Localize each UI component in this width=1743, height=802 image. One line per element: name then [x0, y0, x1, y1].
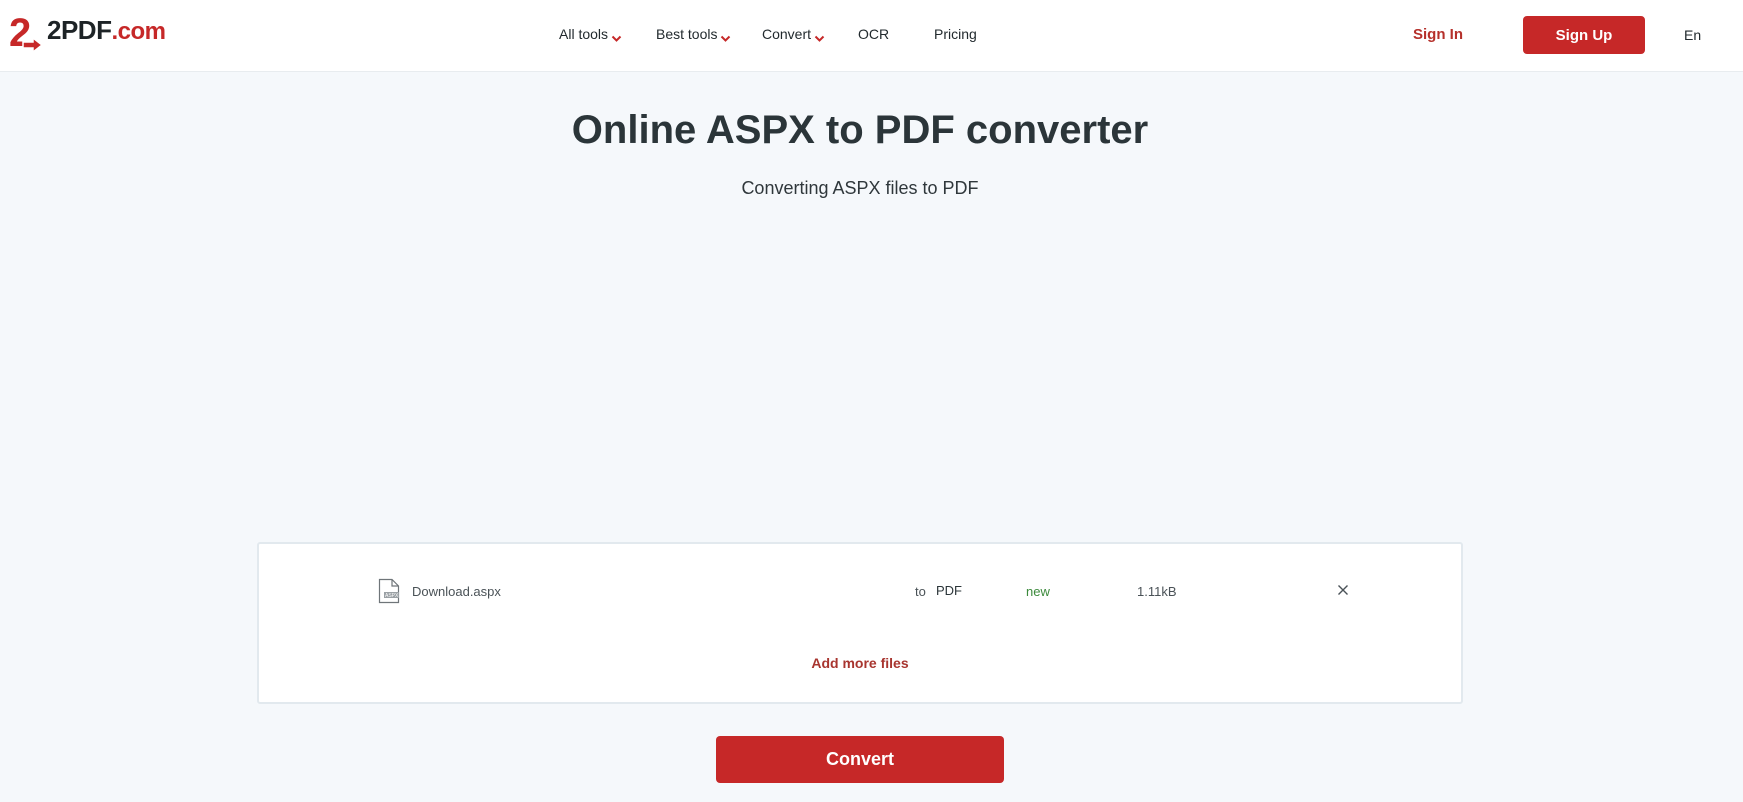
aspx-file-icon: ASPX	[377, 578, 401, 604]
add-more-files-button[interactable]: Add more files	[259, 655, 1461, 671]
logo-main-text: 2PDF	[47, 15, 112, 45]
site-header: 2 2PDF.com All tools Best tools Convert	[0, 0, 1743, 72]
file-size: 1.11kB	[1137, 584, 1177, 599]
nav-item-label: Convert	[762, 26, 812, 42]
nav-ocr[interactable]: OCR	[858, 26, 889, 42]
to-label: to	[915, 584, 926, 599]
chevron-down-icon	[814, 30, 825, 42]
file-status: new	[1026, 584, 1050, 599]
nav-item-label: Best tools	[656, 26, 718, 42]
file-row: ASPX Download.aspx to PDF new 1.11kB	[259, 578, 1461, 604]
logo-suffix-text: .com	[111, 18, 166, 45]
chevron-down-icon	[720, 30, 731, 42]
page-title: Online ASPX to PDF converter	[571, 108, 1149, 152]
svg-text:ASPX: ASPX	[385, 593, 399, 599]
close-icon[interactable]	[1335, 582, 1351, 598]
files-panel: ASPX Download.aspx to PDF new 1.11kB Add…	[257, 542, 1463, 704]
language-selector[interactable]: En	[1684, 27, 1701, 43]
sign-up-button[interactable]: Sign Up	[1523, 16, 1645, 54]
site-logo[interactable]: 2 2PDF.com	[9, 11, 166, 55]
sign-in-link[interactable]: Sign In	[1413, 26, 1463, 43]
nav-convert[interactable]: Convert	[762, 26, 825, 42]
page-subtitle: Converting ASPX files to PDF	[741, 178, 979, 198]
target-format-select[interactable]: PDF	[936, 583, 962, 598]
nav-best-tools[interactable]: Best tools	[656, 26, 731, 42]
nav-item-label: All tools	[559, 26, 609, 42]
nav-all-tools[interactable]: All tools	[559, 26, 622, 42]
nav-pricing[interactable]: Pricing	[934, 26, 977, 42]
chevron-down-icon	[611, 30, 622, 42]
logo-mark-icon: 2	[9, 11, 49, 55]
file-name: Download.aspx	[412, 584, 501, 599]
nav-item-label: Pricing	[934, 26, 977, 42]
nav-item-label: OCR	[858, 26, 890, 42]
convert-button[interactable]: Convert	[716, 736, 1004, 783]
logo-text: 2PDF.com	[47, 15, 166, 45]
